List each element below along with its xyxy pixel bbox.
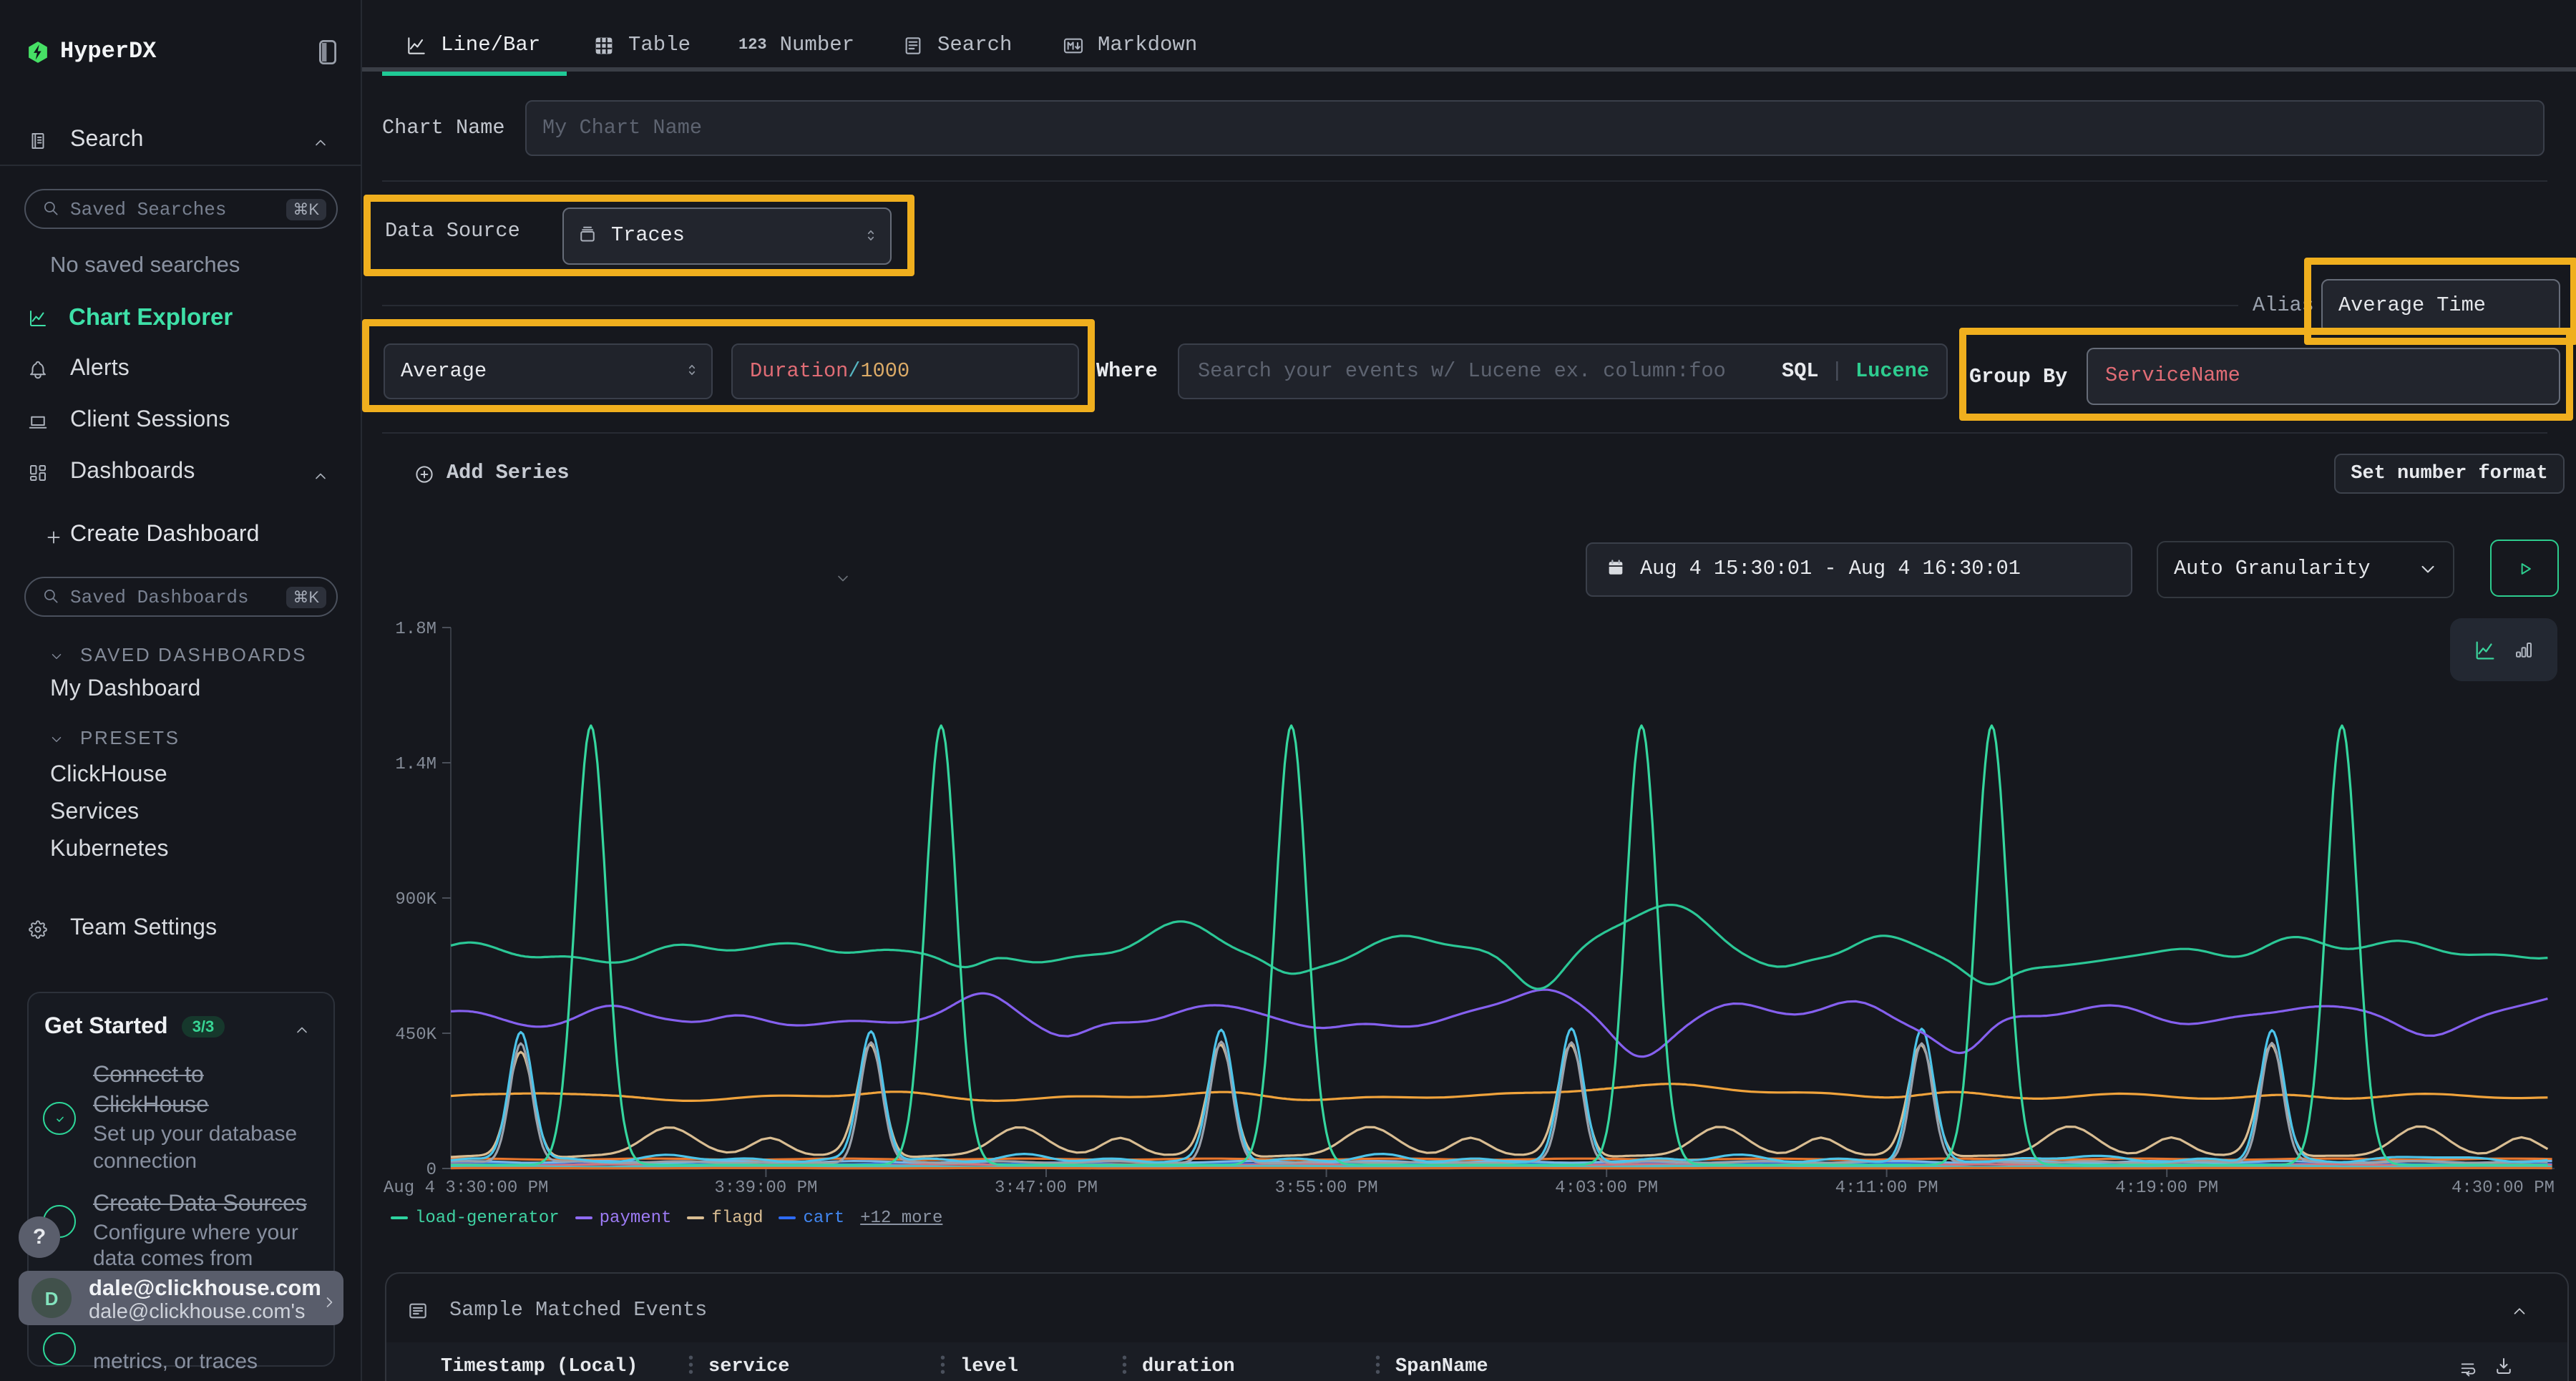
svg-text:0: 0 (426, 1161, 436, 1180)
svg-text:4:11:00 PM: 4:11:00 PM (1835, 1179, 1938, 1198)
svg-text:4:03:00 PM: 4:03:00 PM (1555, 1179, 1658, 1198)
svg-text:3:55:00 PM: 3:55:00 PM (1275, 1179, 1378, 1198)
svg-text:3:39:00 PM: 3:39:00 PM (714, 1179, 817, 1198)
svg-text:4:30:00 PM: 4:30:00 PM (2451, 1179, 2555, 1198)
svg-text:4:19:00 PM: 4:19:00 PM (2115, 1179, 2218, 1198)
svg-text:450K: 450K (395, 1025, 436, 1045)
svg-text:1.8M: 1.8M (395, 620, 436, 639)
svg-text:3:47:00 PM: 3:47:00 PM (995, 1179, 1098, 1198)
svg-text:1.4M: 1.4M (395, 755, 436, 774)
svg-text:Aug 4 3:30:00 PM: Aug 4 3:30:00 PM (384, 1179, 548, 1198)
svg-text:900K: 900K (395, 890, 436, 909)
